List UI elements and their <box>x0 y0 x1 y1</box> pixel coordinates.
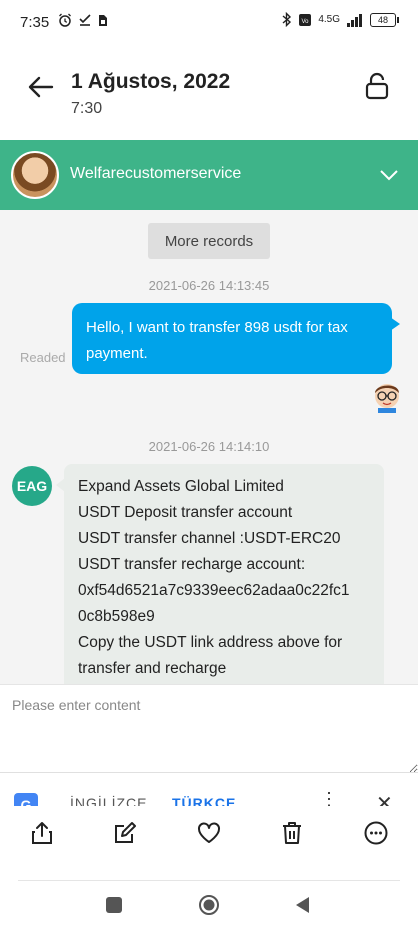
more-records-button[interactable]: More records <box>148 223 270 259</box>
back-triangle-icon[interactable] <box>292 894 314 916</box>
signal-icon <box>347 13 362 27</box>
message-line: USDT transfer recharge account: <box>78 556 306 573</box>
battery-level: 48 <box>377 14 388 25</box>
action-bar <box>0 806 418 860</box>
share-icon[interactable] <box>29 820 55 846</box>
chat-messages[interactable]: More records 2021-06-26 14:13:45 Readed … <box>0 210 418 684</box>
divider <box>18 880 400 881</box>
message-line: transfer and recharge <box>78 660 227 677</box>
favorite-heart-icon[interactable] <box>196 820 222 846</box>
google-translate-icon[interactable]: G <box>14 793 38 806</box>
vowifi-icon: Vo <box>299 13 312 26</box>
alarm-icon <box>59 13 71 27</box>
translate-bar: G İNGİLİZCE TÜRKÇE ⋮ ✕ <box>0 772 418 806</box>
page-title: 1 Ağustos, 2022 <box>71 70 231 93</box>
status-time: 7:35 <box>20 14 50 31</box>
message-line: Expand Assets Global Limited <box>78 478 284 495</box>
message-line: Copy the USDT link address above for <box>78 634 343 651</box>
target-language[interactable]: TÜRKÇE <box>172 795 236 806</box>
bluetooth-icon <box>282 12 292 27</box>
back-arrow-icon[interactable] <box>26 72 56 102</box>
incoming-message[interactable]: Expand Assets Global Limited USDT Deposi… <box>56 464 384 684</box>
close-icon[interactable]: ✕ <box>376 791 393 806</box>
network-type: 4.5G <box>318 14 340 25</box>
more-options-icon[interactable] <box>363 820 389 846</box>
status-bar: 7:35 Vo 4.5G 48 <box>0 0 418 44</box>
message-input[interactable] <box>0 685 418 773</box>
recent-apps-icon[interactable] <box>103 894 125 916</box>
page-subtitle: 7:30 <box>71 100 103 117</box>
svg-text:Vo: Vo <box>302 19 310 25</box>
battery-icon: 48 <box>370 12 399 27</box>
message-line: 0c8b598e9 <box>78 608 155 625</box>
header: 1 Ağustos, 2022 7:30 <box>0 44 418 140</box>
read-status: Readed <box>20 350 66 365</box>
agent-avatar: EAG <box>12 466 52 506</box>
message-timestamp: 2021-06-26 14:14:10 <box>148 439 270 454</box>
home-icon[interactable] <box>198 894 220 916</box>
outgoing-message[interactable]: Hello, I want to transfer 898 usdt for t… <box>72 303 400 374</box>
more-vert-icon[interactable]: ⋮ <box>320 789 338 806</box>
chat-contact-bar[interactable]: Welfarecustomerservice <box>0 140 418 210</box>
message-line: USDT transfer channel :USDT-ERC20 <box>78 530 341 547</box>
lock-icon[interactable] <box>364 72 390 100</box>
message-input-area <box>0 684 418 773</box>
contact-name: Welfarecustomerservice <box>70 165 242 182</box>
download-check-icon <box>79 14 91 26</box>
user-avatar <box>375 384 399 413</box>
chevron-down-icon[interactable] <box>378 164 400 186</box>
edit-icon[interactable] <box>112 820 138 846</box>
message-line: 0xf54d6521a7c9339eec62adaa0c22fc1 <box>78 582 350 599</box>
delete-trash-icon[interactable] <box>279 820 305 846</box>
source-language[interactable]: İNGİLİZCE <box>70 795 147 806</box>
system-navigation-bar <box>0 880 418 931</box>
message-timestamp: 2021-06-26 14:13:45 <box>148 278 270 293</box>
contact-avatar <box>11 151 59 199</box>
sim-card-icon <box>99 14 107 26</box>
message-line: USDT Deposit transfer account <box>78 504 293 521</box>
